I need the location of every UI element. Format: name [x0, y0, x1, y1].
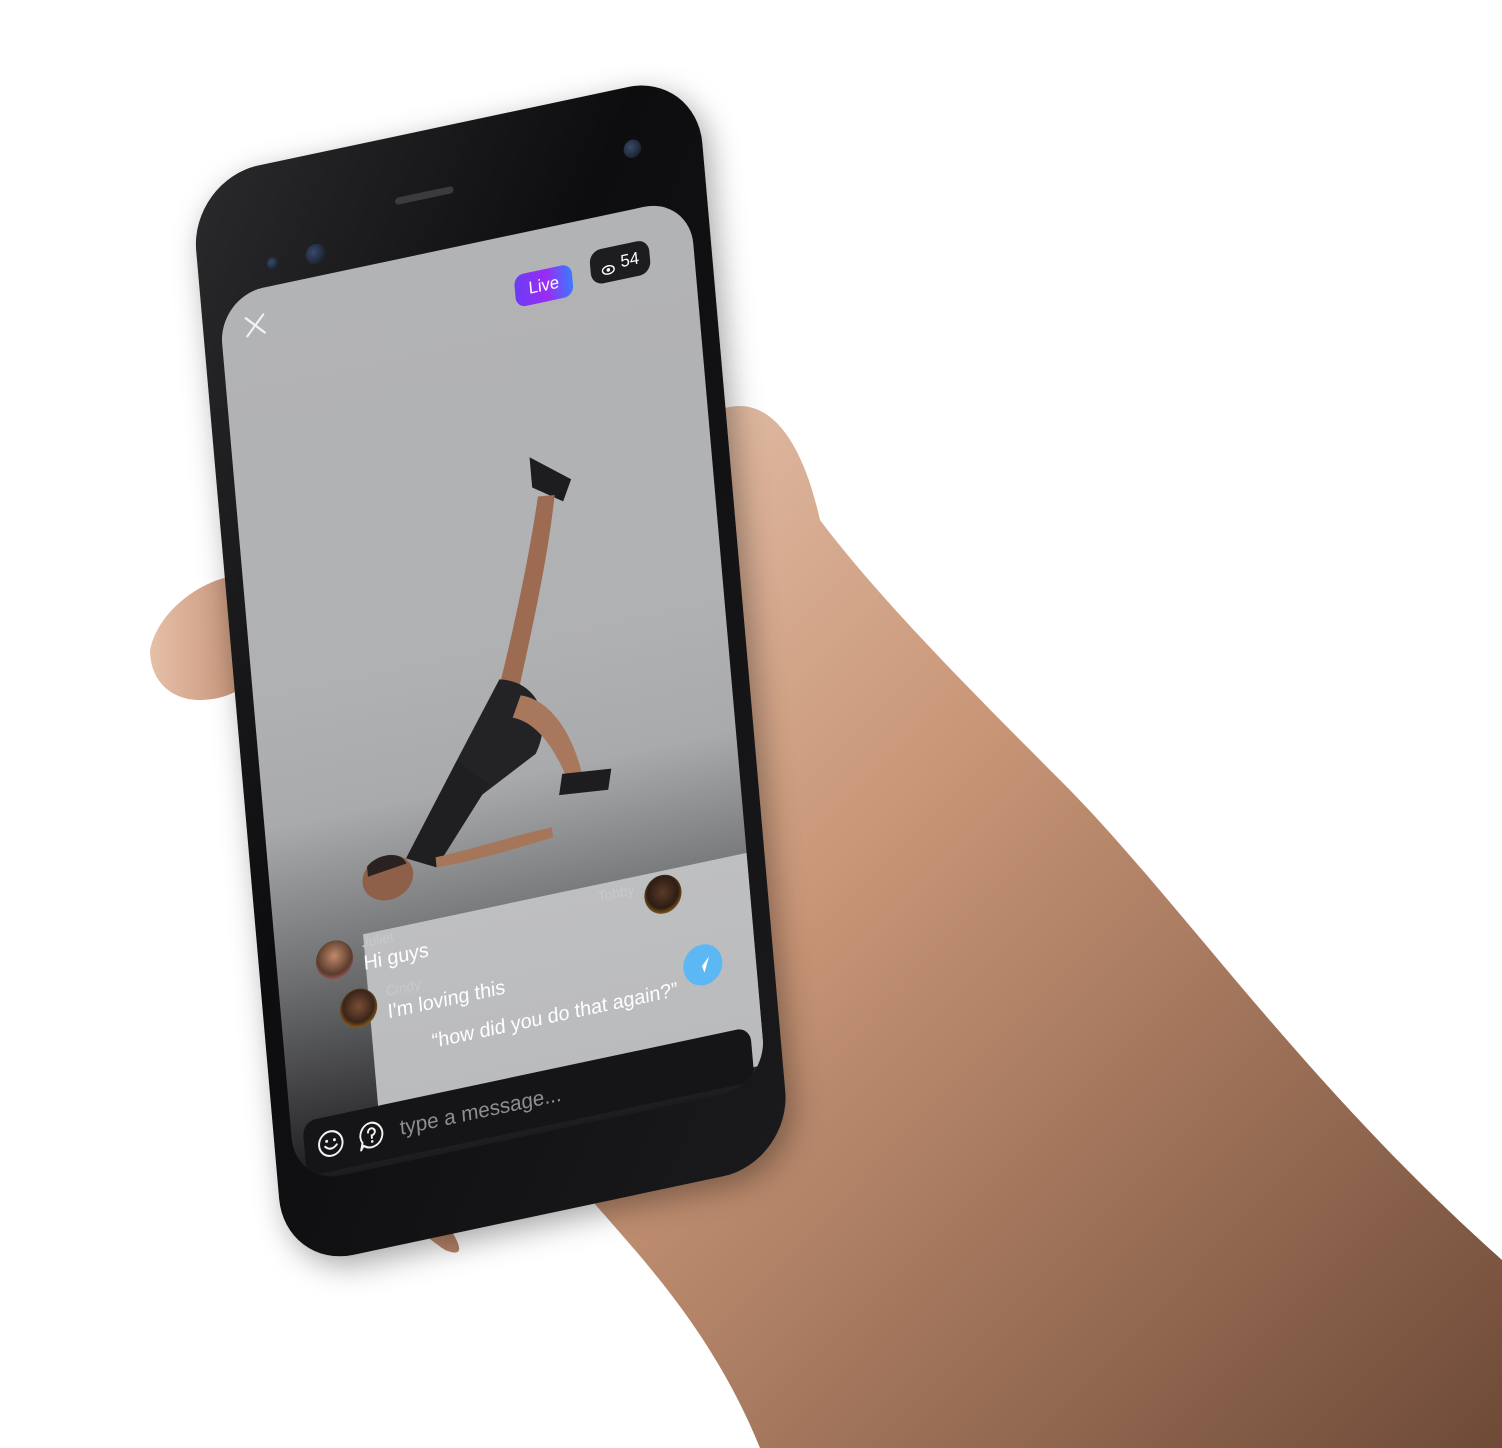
phone-body: Live 54 Juliet Hi guys Cindy I'm loving … — [190, 72, 792, 1270]
chat-message: Tobby — [597, 871, 684, 927]
message-input[interactable] — [396, 1043, 742, 1143]
question-bubble-icon[interactable] — [356, 1117, 388, 1153]
sensor-icon — [266, 255, 279, 271]
viewer-count-badge: 54 — [588, 238, 652, 286]
front-camera-icon — [304, 241, 327, 267]
earpiece-speaker — [394, 185, 454, 206]
avatar — [338, 985, 379, 1032]
phone-device: Live 54 Juliet Hi guys Cindy I'm loving … — [150, 70, 1450, 1270]
iris-sensor-icon — [622, 137, 642, 160]
avatar — [643, 871, 684, 918]
close-icon[interactable] — [241, 310, 269, 342]
chat-username: Tobby — [597, 881, 635, 905]
avatar — [314, 936, 355, 983]
paper-plane-icon — [696, 956, 710, 974]
eye-icon — [601, 258, 616, 275]
live-badge: Live — [513, 263, 575, 308]
message-composer — [302, 1026, 755, 1177]
viewer-count: 54 — [619, 248, 640, 272]
smiley-icon[interactable] — [315, 1125, 347, 1161]
live-stream-screen: Live 54 Juliet Hi guys Cindy I'm loving … — [218, 197, 767, 1185]
send-button[interactable] — [681, 940, 725, 990]
